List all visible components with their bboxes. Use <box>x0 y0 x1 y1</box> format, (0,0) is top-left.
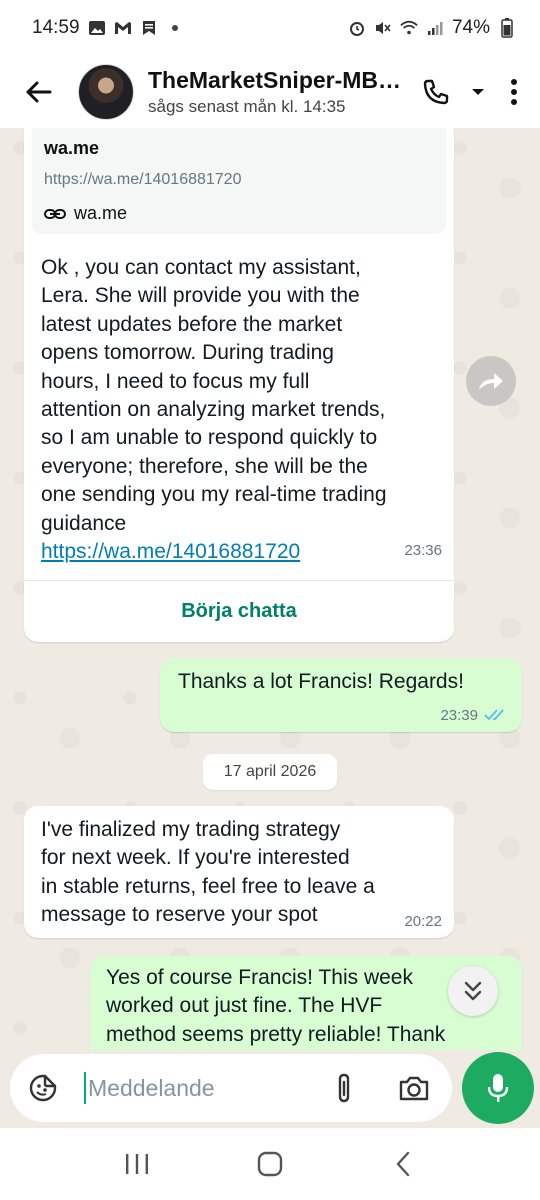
double-chevron-down-icon <box>464 981 482 1001</box>
outgoing-message[interactable]: Thanks a lot Francis! Regards! 23:39 <box>160 658 522 732</box>
more-vert-icon <box>511 79 517 105</box>
camera-button[interactable] <box>392 1063 436 1113</box>
forward-icon <box>479 373 503 390</box>
status-time: 14:59 <box>32 17 80 38</box>
message-line: one sending you my real-time trading <box>41 483 387 507</box>
composer-area: Meddelande <box>0 1050 540 1128</box>
chat-header: TheMarketSniper-MB… sågs senast mån kl. … <box>0 56 540 128</box>
recent-apps-button[interactable] <box>107 1139 167 1189</box>
message-line: message to reserve your spot <box>41 903 318 927</box>
message-line: Lera. She will provide you with the <box>41 284 360 308</box>
gmail-icon <box>114 19 132 37</box>
dropdown-icon <box>472 89 484 95</box>
message-line: Ok , you can contact my assistant, <box>41 256 361 279</box>
back-nav-button[interactable] <box>373 1139 433 1189</box>
contact-info[interactable]: TheMarketSniper-MB… sågs senast mån kl. … <box>148 67 408 117</box>
more-options-button[interactable] <box>502 70 526 114</box>
home-button[interactable] <box>240 1139 300 1189</box>
wifi-icon <box>400 19 418 37</box>
message-timestamp: 23:36 <box>404 542 442 559</box>
message-line: I've finalized my trading strategy <box>41 818 341 841</box>
image-icon <box>88 19 106 37</box>
date-divider: 17 april 2026 <box>203 754 337 790</box>
voice-message-button[interactable] <box>462 1052 534 1124</box>
status-bar: 14:59 74% <box>0 0 540 56</box>
link-preview-domain-row: wa.me <box>44 203 434 224</box>
message-text: Ok , you can contact my assistant, Lera.… <box>41 254 451 566</box>
home-icon <box>257 1151 283 1177</box>
message-link[interactable]: https://wa.me/14016881720 <box>41 540 300 563</box>
read-receipt-icon <box>484 709 504 721</box>
emoji-button[interactable] <box>18 1063 68 1113</box>
link-preview-domain: wa.me <box>74 203 128 223</box>
message-line: in stable returns, feel free to leave a <box>41 874 375 898</box>
recents-icon <box>125 1154 148 1174</box>
paperclip-icon <box>338 1073 350 1103</box>
message-text: Thanks a lot Francis! Regards! <box>178 670 464 693</box>
notification-dot-icon <box>171 25 178 31</box>
system-navigation-bar <box>0 1128 540 1200</box>
message-line: everyone; therefore, she will be the <box>41 454 368 478</box>
chevron-left-icon <box>397 1151 410 1177</box>
attach-button[interactable] <box>322 1063 366 1113</box>
header-actions <box>418 70 526 114</box>
message-timestamp: 23:39 <box>440 707 478 724</box>
message-line: latest updates before the market <box>41 312 343 336</box>
message-text: I've finalized my trading strategy for n… <box>41 816 441 930</box>
status-left: 14:59 <box>32 17 178 39</box>
back-button[interactable] <box>8 62 68 122</box>
bookmark-icon <box>140 19 158 37</box>
message-line: for next week. If you're interested <box>41 846 350 870</box>
message-line: attention on analyzing market trends, <box>41 398 386 422</box>
message-line: opens tomorrow. During trading <box>41 341 334 365</box>
sticker-icon <box>29 1074 57 1102</box>
scroll-to-bottom-button[interactable] <box>448 966 498 1016</box>
alarm-icon <box>348 19 366 37</box>
battery-percent: 74% <box>451 17 490 38</box>
link-preview-title: wa.me <box>44 138 100 158</box>
voice-call-button[interactable] <box>418 70 454 114</box>
message-input[interactable]: Meddelande <box>88 1075 322 1102</box>
link-preview-card[interactable]: wa.me https://wa.me/14016881720 wa.me <box>32 128 446 234</box>
message-line: guidance <box>41 511 127 535</box>
phone-icon <box>423 79 449 105</box>
incoming-message[interactable]: wa.me https://wa.me/14016881720 wa.me Ok… <box>24 128 454 642</box>
message-input-container[interactable]: Meddelande <box>10 1054 452 1122</box>
last-seen-status: sågs senast mån kl. 14:35 <box>148 97 346 116</box>
message-line: hours, I need to focus my full <box>41 369 310 393</box>
link-preview-url: https://wa.me/14016881720 <box>44 171 242 188</box>
contact-name: TheMarketSniper-MB… <box>148 67 402 93</box>
text-caret <box>84 1072 86 1104</box>
back-arrow-icon <box>26 81 52 103</box>
incoming-message[interactable]: I've finalized my trading strategy for n… <box>24 806 454 938</box>
start-chat-button[interactable]: Börja chatta <box>24 580 454 642</box>
message-line: method seems pretty reliable! Thank <box>106 1022 446 1046</box>
message-timestamp: 20:22 <box>404 913 442 930</box>
link-icon <box>44 208 66 219</box>
message-line: so I am unable to respond quickly to <box>41 426 378 450</box>
camera-icon <box>399 1076 429 1101</box>
microphone-icon <box>487 1074 509 1102</box>
call-options-dropdown[interactable] <box>468 70 488 114</box>
signal-icon <box>426 19 444 37</box>
status-right: 74% <box>348 17 516 39</box>
battery-icon <box>498 18 516 38</box>
mute-icon <box>374 19 392 37</box>
forward-button[interactable] <box>466 356 516 406</box>
avatar[interactable] <box>78 64 134 120</box>
chat-messages-area[interactable]: wa.me https://wa.me/14016881720 wa.me Ok… <box>0 128 540 1050</box>
